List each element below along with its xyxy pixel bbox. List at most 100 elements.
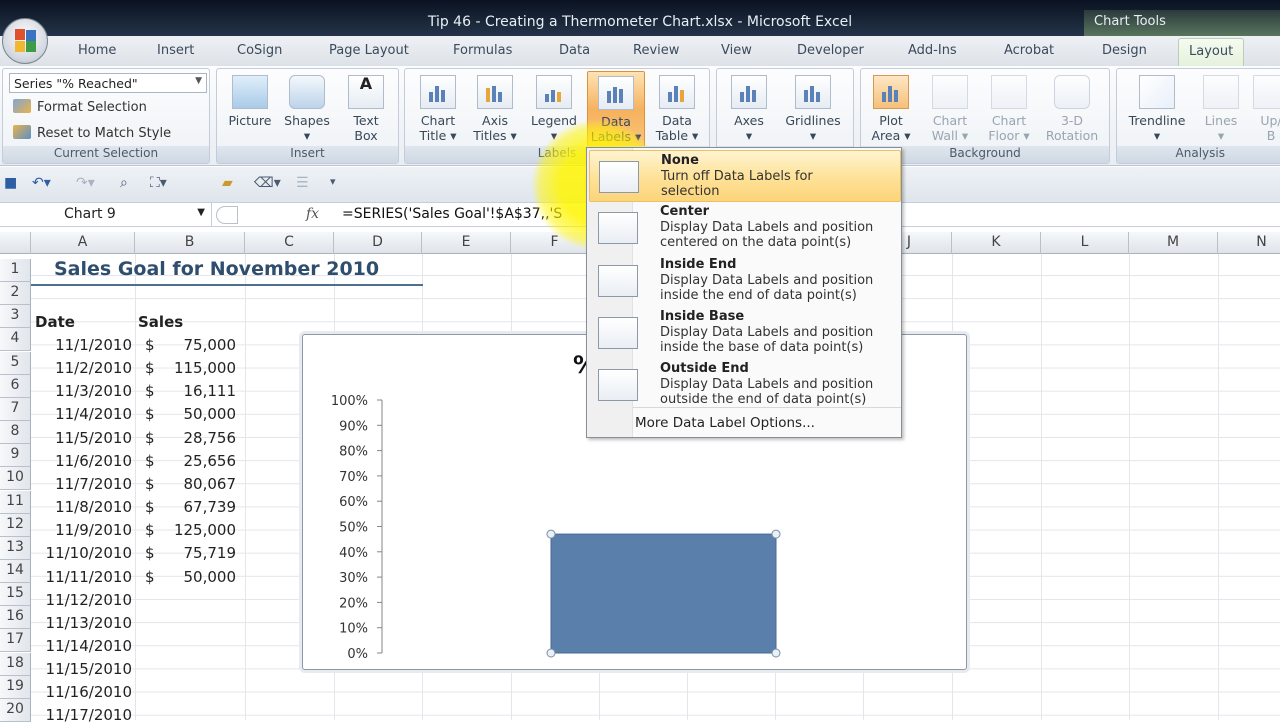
- row-header[interactable]: 12: [0, 513, 31, 537]
- row-header[interactable]: 18: [0, 652, 31, 676]
- legend-button[interactable]: Legend ▾: [525, 75, 583, 143]
- row-header[interactable]: 14: [0, 559, 31, 583]
- menu-item-inside-base[interactable]: Inside Base Display Data Labels and posit…: [589, 307, 901, 359]
- row-header[interactable]: 10: [0, 467, 31, 491]
- reset-to-match-style-button[interactable]: Reset to Match Style: [13, 125, 171, 141]
- sales-cell[interactable]: 75,000: [150, 336, 237, 354]
- sales-cell[interactable]: 80,067: [150, 475, 237, 493]
- column-header[interactable]: L: [1041, 232, 1129, 254]
- chart-wall-button[interactable]: Chart Wall ▾: [923, 75, 977, 143]
- shapes-button[interactable]: Shapes ▾: [279, 75, 335, 143]
- date-cell[interactable]: 11/13/2010: [31, 614, 132, 632]
- row-header[interactable]: 1: [0, 259, 31, 282]
- picture-button[interactable]: Picture: [223, 75, 277, 128]
- tab-home[interactable]: Home: [78, 43, 116, 58]
- date-cell[interactable]: 11/9/2010: [31, 521, 132, 539]
- chart-title-button[interactable]: Chart Title ▾: [413, 75, 463, 143]
- tab-add-ins[interactable]: Add-Ins: [908, 43, 957, 58]
- menu-item-center[interactable]: Center Display Data Labels and position ce…: [589, 202, 901, 254]
- column-header[interactable]: N: [1218, 232, 1280, 254]
- row-header[interactable]: 15: [0, 583, 31, 607]
- tab-view[interactable]: View: [721, 43, 752, 58]
- print-preview-icon[interactable]: ⌕: [120, 175, 128, 191]
- sales-cell[interactable]: 75,719: [150, 544, 237, 562]
- date-cell[interactable]: 11/5/2010: [31, 429, 132, 447]
- date-cell[interactable]: 11/1/2010: [31, 336, 132, 354]
- name-box[interactable]: Chart 9 ▼: [0, 203, 212, 226]
- tab-acrobat[interactable]: Acrobat: [1004, 43, 1054, 58]
- selection-handle[interactable]: [771, 648, 781, 658]
- date-cell[interactable]: 11/4/2010: [31, 405, 132, 423]
- sales-cell[interactable]: 50,000: [150, 568, 237, 586]
- date-cell[interactable]: 11/12/2010: [31, 591, 132, 609]
- row-header[interactable]: 6: [0, 374, 31, 398]
- text-box-button[interactable]: A Text Box: [341, 75, 391, 143]
- up-down-bars-button[interactable]: Up/B: [1251, 75, 1280, 143]
- date-cell[interactable]: 11/16/2010: [31, 683, 132, 701]
- column-header[interactable]: E: [422, 232, 511, 254]
- row-header[interactable]: 17: [0, 629, 31, 653]
- selection-handle[interactable]: [546, 648, 556, 658]
- sales-cell[interactable]: 115,000: [150, 359, 236, 377]
- format-selection-button[interactable]: Format Selection: [13, 99, 147, 115]
- row-header[interactable]: 9: [0, 444, 31, 468]
- tab-insert[interactable]: Insert: [157, 43, 194, 58]
- tab-layout[interactable]: Layout: [1178, 38, 1245, 66]
- row-header[interactable]: 16: [0, 606, 31, 630]
- row-header[interactable]: 19: [0, 675, 31, 699]
- column-header[interactable]: M: [1129, 232, 1218, 254]
- tab-design[interactable]: Design: [1102, 43, 1147, 58]
- tab-data[interactable]: Data: [559, 43, 590, 58]
- date-cell[interactable]: 11/17/2010: [31, 706, 132, 724]
- select-all-button[interactable]: [0, 232, 31, 254]
- tab-formulas[interactable]: Formulas: [453, 43, 512, 58]
- menu-item-none[interactable]: None Turn off Data Labels for selection: [589, 150, 901, 202]
- tab-page-layout[interactable]: Page Layout: [329, 43, 409, 58]
- header-cell-date[interactable]: Date: [35, 313, 75, 331]
- row-header[interactable]: 8: [0, 421, 31, 445]
- undo-icon[interactable]: ↶▾: [32, 175, 51, 191]
- column-header[interactable]: B: [135, 232, 245, 254]
- date-cell[interactable]: 11/6/2010: [31, 452, 132, 470]
- selection-handle[interactable]: [546, 529, 556, 539]
- sheet-title-cell[interactable]: Sales Goal for November 2010: [54, 258, 379, 280]
- axis-titles-button[interactable]: Axis Titles ▾: [469, 75, 521, 143]
- sales-cell[interactable]: 50,000: [150, 405, 237, 423]
- customize-toolbar-icon[interactable]: ▾: [330, 175, 336, 188]
- bar-reached[interactable]: [550, 533, 777, 654]
- row-header[interactable]: 4: [0, 328, 31, 352]
- open-folder-icon[interactable]: ▰: [222, 175, 233, 191]
- gridlines-button[interactable]: Gridlines ▾: [779, 75, 847, 143]
- formula-input[interactable]: =SERIES('Sales Goal'!$A$37,,'S: [342, 206, 562, 222]
- row-header[interactable]: 2: [0, 282, 31, 306]
- axes-button[interactable]: Axes ▾: [725, 75, 773, 143]
- date-cell[interactable]: 11/10/2010: [31, 544, 132, 562]
- column-header[interactable]: K: [952, 232, 1041, 254]
- sales-cell[interactable]: 28,756: [150, 429, 237, 447]
- sales-cell[interactable]: 25,656: [150, 452, 237, 470]
- chart-floor-button[interactable]: Chart Floor ▾: [981, 75, 1037, 143]
- date-cell[interactable]: 11/2/2010: [31, 359, 132, 377]
- date-cell[interactable]: 11/14/2010: [31, 637, 132, 655]
- tab-cosign[interactable]: CoSign: [237, 43, 282, 58]
- plot-area[interactable]: [546, 529, 781, 658]
- date-cell[interactable]: 11/3/2010: [31, 382, 132, 400]
- form-icon[interactable]: ☰: [296, 175, 309, 191]
- plot-area-button[interactable]: Plot Area ▾: [865, 75, 917, 143]
- column-header[interactable]: D: [334, 232, 422, 254]
- 3d-rotation-button[interactable]: 3-D Rotation: [1039, 75, 1105, 143]
- column-header[interactable]: C: [245, 232, 334, 254]
- y-axis[interactable]: 0% 10% 20% 30% 40% 50% 60% 70% 80% 90% 100%: [331, 394, 383, 662]
- eraser-icon[interactable]: ⌫▾: [254, 175, 281, 191]
- data-labels-button[interactable]: Data Labels ▾: [587, 71, 645, 149]
- tab-developer[interactable]: Developer: [797, 43, 864, 58]
- redo-icon[interactable]: ↷▾: [76, 175, 95, 191]
- find-icon[interactable]: ⛶▾: [150, 175, 167, 191]
- office-button[interactable]: [2, 18, 48, 64]
- date-cell[interactable]: 11/11/2010: [31, 568, 132, 586]
- row-header[interactable]: 3: [0, 305, 31, 329]
- formula-bar-splitter[interactable]: [216, 206, 238, 224]
- data-table-button[interactable]: Data Table ▾: [649, 75, 705, 143]
- insert-function-button[interactable]: fx: [306, 206, 319, 222]
- row-header[interactable]: 13: [0, 536, 31, 560]
